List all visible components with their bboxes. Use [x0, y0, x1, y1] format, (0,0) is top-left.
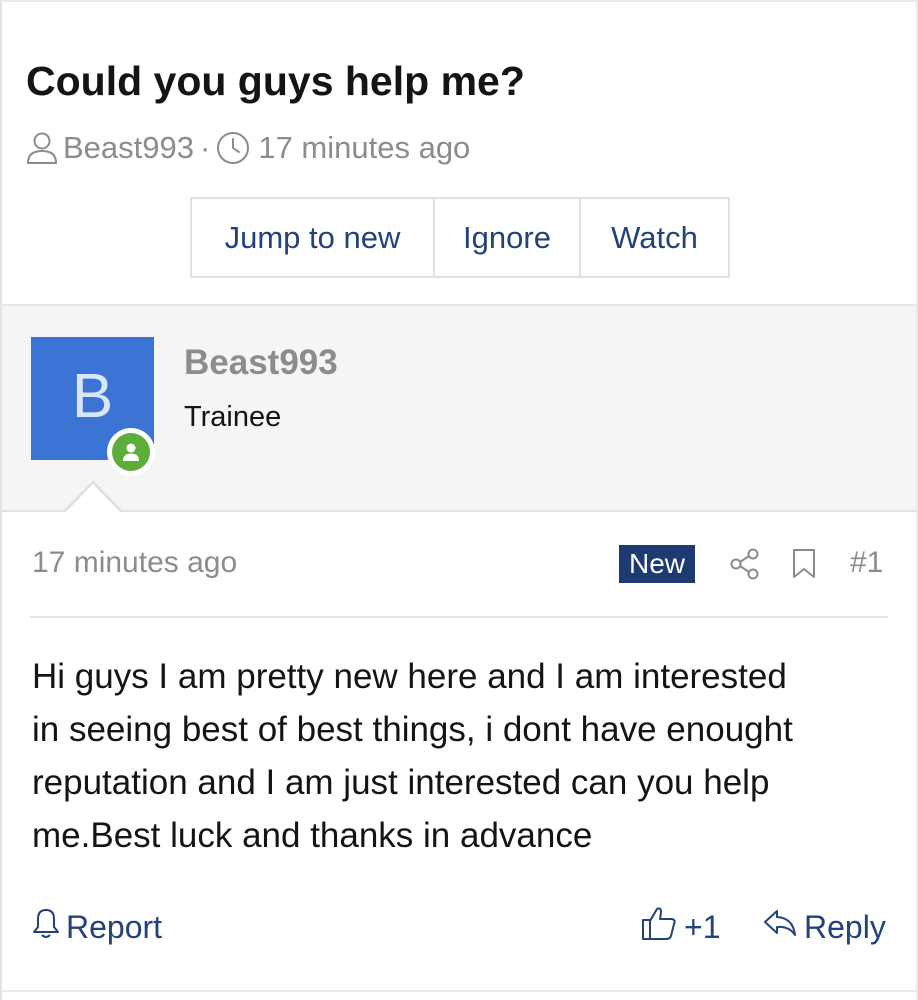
bell-icon: [32, 907, 60, 947]
post-user-title: Trainee: [184, 401, 282, 433]
user-icon: [26, 131, 58, 165]
clock-icon: [216, 131, 250, 165]
like-count: +1: [684, 908, 721, 945]
report-label: Report: [66, 908, 163, 945]
thread-meta: Beast993 · 17 minutes ago: [26, 128, 470, 168]
post-number-link[interactable]: #1: [850, 546, 883, 580]
meta-separator: ·: [200, 130, 211, 165]
post-time[interactable]: 17 minutes ago: [32, 546, 237, 580]
thread-action-bar: Jump to new Ignore Watch: [190, 197, 730, 278]
like-button[interactable]: +1: [641, 905, 720, 949]
post-header-divider: [30, 616, 888, 618]
post-bottom-border: [2, 990, 916, 992]
thumbs-up-icon: [641, 905, 677, 949]
watch-button[interactable]: Watch: [581, 199, 728, 276]
post-username[interactable]: Beast993: [184, 343, 338, 383]
thread-title: Could you guys help me?: [26, 58, 525, 104]
post-body-line: in seeing best of best things, i dont ha…: [32, 710, 793, 749]
post-body-line: Hi guys I am pretty new here and I am in…: [32, 657, 787, 696]
post-body: Hi guys I am pretty new here and I am in…: [32, 650, 892, 862]
reply-icon: [763, 908, 797, 946]
thread-time[interactable]: 17 minutes ago: [258, 130, 470, 166]
post-body-line: me.Best luck and thanks in advance: [32, 816, 593, 855]
post-body-line: reputation and I am just interested can …: [32, 763, 770, 802]
panel-arrow-inner: [65, 484, 121, 513]
ignore-button[interactable]: Ignore: [435, 199, 581, 276]
share-icon[interactable]: [730, 548, 760, 585]
new-badge: New: [619, 545, 695, 583]
online-status-icon: [107, 428, 155, 476]
reply-button[interactable]: Reply: [763, 905, 886, 949]
reply-label: Reply: [804, 908, 886, 945]
jump-to-new-button[interactable]: Jump to new: [192, 199, 435, 276]
report-button[interactable]: Report: [32, 905, 162, 949]
thread-author-link[interactable]: Beast993: [63, 130, 194, 166]
bookmark-icon[interactable]: [791, 548, 817, 585]
